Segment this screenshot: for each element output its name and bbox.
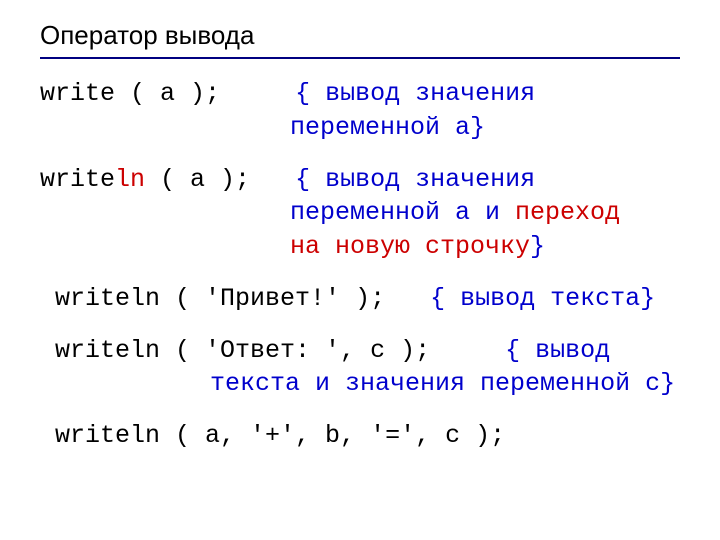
comment-open: {	[295, 165, 325, 194]
title-underline	[40, 57, 680, 59]
code-text: ( a );	[145, 165, 250, 194]
code-line-1: write ( a ); { вывод значения переменной…	[40, 77, 680, 145]
slide-title: Оператор вывода	[40, 20, 680, 51]
comment-open: {	[505, 336, 535, 365]
comment-close: }	[530, 232, 545, 261]
code-line-3: writeln ( 'Привет!' ); { вывод текста}	[40, 282, 680, 316]
comment-open: {	[430, 284, 460, 313]
comment-text: вывод значения	[325, 165, 535, 194]
comment-red: переход	[515, 198, 620, 227]
comment-text: переменной a	[290, 113, 470, 142]
code-line-2: writeln ( a ); { вывод значения переменн…	[40, 163, 680, 264]
comment-close: }	[640, 284, 655, 313]
comment-text: вывод текста	[460, 284, 640, 313]
code-text: writeln ( 'Привет!' );	[55, 284, 385, 313]
comment-close: }	[660, 369, 675, 398]
comment-text: переменной a и	[290, 198, 515, 227]
comment-text: вывод значения	[325, 79, 535, 108]
code-line-4: writeln ( 'Ответ: ', c ); { вывод текста…	[40, 334, 680, 402]
code-red: ln	[115, 165, 145, 194]
code-text: write ( a );	[40, 79, 220, 108]
comment-text: вывод	[535, 336, 610, 365]
comment-red: на новую строчку	[290, 232, 530, 261]
code-text: writeln ( a, '+', b, '=', c );	[55, 421, 505, 450]
comment-text: текста и значения переменной c	[210, 369, 660, 398]
comment-close: }	[470, 113, 485, 142]
code-text: writeln ( 'Ответ: ', c );	[55, 336, 430, 365]
comment-open: {	[295, 79, 325, 108]
code-line-5: writeln ( a, '+', b, '=', c );	[40, 419, 680, 453]
code-text: write	[40, 165, 115, 194]
